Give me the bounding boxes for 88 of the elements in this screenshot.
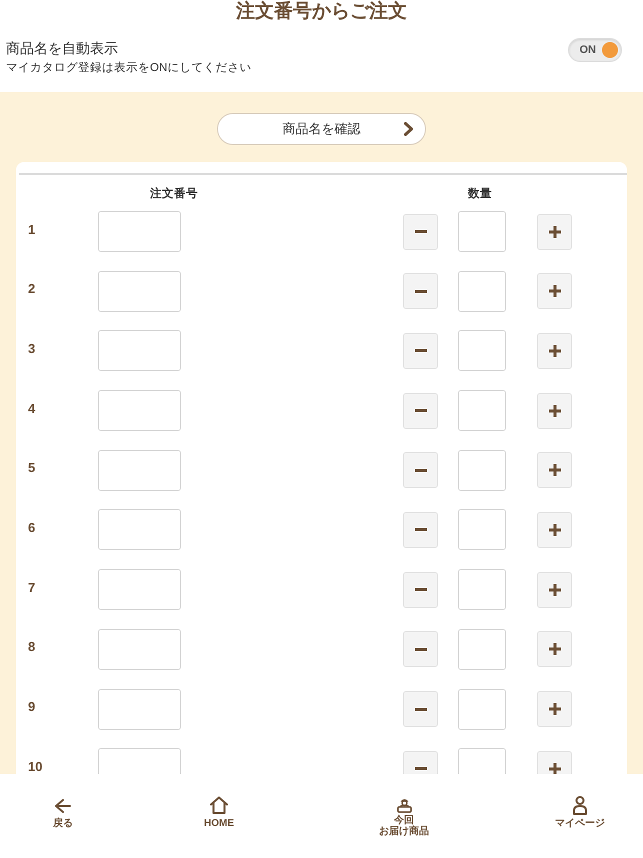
- toggle-switch[interactable]: ON: [568, 38, 622, 62]
- row-number: 4: [28, 402, 36, 415]
- page-title: 注文番号からご注文: [236, 0, 407, 24]
- quantity-field[interactable]: [458, 628, 506, 670]
- quantity-field[interactable]: [458, 450, 506, 491]
- nav-caption: 今回: [394, 815, 414, 826]
- minus-icon: [414, 349, 426, 352]
- row-number: 1: [28, 224, 36, 236]
- order-number-field[interactable]: [98, 450, 181, 491]
- nav-item[interactable]: マイページ: [548, 795, 612, 829]
- minus-icon: [414, 409, 426, 412]
- quantity-field[interactable]: [458, 270, 506, 312]
- quantity-field[interactable]: [458, 688, 506, 730]
- row-number: 10: [28, 760, 44, 773]
- quantity-field[interactable]: [458, 509, 506, 550]
- row-number: 3: [28, 342, 36, 355]
- decrease-button[interactable]: [403, 691, 438, 727]
- increase-button[interactable]: [537, 572, 572, 608]
- increase-button[interactable]: [537, 691, 572, 727]
- order-number-field[interactable]: [98, 270, 181, 312]
- order-number-field[interactable]: [98, 569, 181, 610]
- minus-icon: [414, 588, 426, 592]
- nav-item[interactable]: 戻る: [31, 795, 95, 829]
- decrease-button[interactable]: [403, 572, 438, 608]
- order-number-field[interactable]: [98, 330, 181, 372]
- order-number-field[interactable]: [98, 211, 181, 252]
- decrease-button[interactable]: [403, 332, 438, 369]
- decrease-button[interactable]: [403, 452, 438, 488]
- row-number: 5: [28, 462, 36, 474]
- minus-icon: [414, 468, 426, 472]
- toggle-knob: [602, 42, 618, 58]
- decrease-button[interactable]: [403, 214, 438, 250]
- minus-icon: [414, 290, 426, 293]
- decrease-button[interactable]: [403, 273, 438, 310]
- plus-icon: [548, 344, 560, 357]
- nav-label: HOME: [204, 818, 234, 829]
- increase-button[interactable]: [537, 332, 572, 369]
- home-icon: [210, 796, 228, 814]
- plus-icon: [548, 584, 560, 596]
- auto-display-note: マイカタログ登録は表示をONにしてください: [6, 60, 252, 76]
- order-number-field[interactable]: [98, 628, 181, 670]
- row-number: 7: [28, 582, 36, 594]
- person-with-box-icon: [396, 798, 412, 812]
- minus-icon: [414, 767, 426, 770]
- increase-button[interactable]: [537, 631, 572, 668]
- order-number-field[interactable]: [98, 688, 181, 730]
- decrease-button[interactable]: [403, 392, 438, 429]
- quantity-field[interactable]: [458, 330, 506, 372]
- increase-button[interactable]: [537, 214, 572, 250]
- column-header: 数量: [468, 186, 492, 202]
- row-number: 8: [28, 641, 36, 654]
- nav-label: 戻る: [53, 818, 73, 829]
- plus-icon: [548, 703, 560, 715]
- plus-icon: [548, 464, 560, 476]
- plus-icon: [548, 226, 560, 238]
- decrease-button[interactable]: [403, 631, 438, 668]
- row-number: 6: [28, 522, 36, 534]
- nav-item[interactable]: HOME: [187, 795, 251, 829]
- increase-button[interactable]: [537, 512, 572, 548]
- confirm-product-button[interactable]: 商品名を確認: [217, 113, 426, 145]
- minus-icon: [414, 230, 426, 233]
- row-number: 2: [28, 283, 36, 296]
- plus-icon: [548, 524, 560, 536]
- quantity-field[interactable]: [458, 390, 506, 432]
- row-number: 9: [28, 701, 36, 713]
- increase-button[interactable]: [537, 392, 572, 429]
- nav-label: お届け商品: [379, 826, 429, 837]
- minus-icon: [414, 708, 426, 710]
- plus-icon: [548, 285, 560, 298]
- minus-icon: [414, 648, 426, 651]
- minus-icon: [414, 528, 426, 532]
- quantity-field[interactable]: [458, 211, 506, 252]
- decrease-button[interactable]: [403, 512, 438, 548]
- order-number-field[interactable]: [98, 390, 181, 432]
- auto-display-label: 商品名を自動表示: [6, 39, 119, 58]
- chevron-right-icon: [404, 122, 413, 136]
- arrow-left-icon: [55, 799, 71, 813]
- increase-button[interactable]: [537, 273, 572, 310]
- plus-icon: [548, 643, 560, 656]
- column-header: 注文番号: [150, 186, 198, 202]
- nav-label: マイページ: [555, 818, 605, 829]
- plus-icon: [548, 762, 560, 774]
- person-icon: [573, 796, 587, 814]
- nav-item[interactable]: 今回 お届け商品: [372, 795, 436, 837]
- plus-icon: [548, 404, 560, 417]
- order-number-field[interactable]: [98, 509, 181, 550]
- increase-button[interactable]: [537, 452, 572, 488]
- quantity-field[interactable]: [458, 569, 506, 610]
